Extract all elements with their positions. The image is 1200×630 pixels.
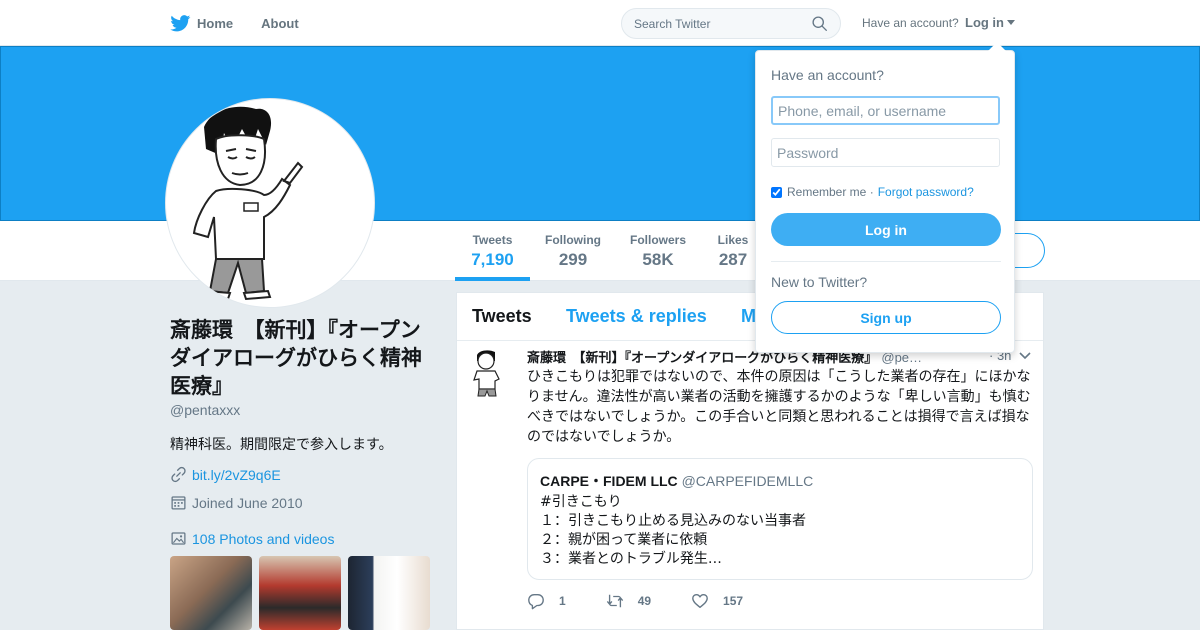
tweet-text: ひきこもりは犯罪ではないので、本件の原因は「こうした業者の存在」にほかなりません… [527, 369, 1031, 445]
profile-name: 斎藤環 【新刊】『オープンダイアローグがひらく精神医療』 [170, 318, 422, 398]
retweet-button[interactable]: 49 [606, 592, 651, 610]
profile-bio: 精神科医。期間限定で参入します。 [170, 437, 393, 453]
nav-left: Home About [170, 0, 327, 46]
dropdown-divider [771, 261, 1001, 262]
login-link-label: Log in [965, 15, 1004, 30]
quoted-author-name: CARPE・FIDEM LLC [540, 473, 678, 489]
login-dropdown-title: Have an account? [771, 67, 884, 83]
heart-icon [692, 594, 708, 608]
quoted-tweet[interactable]: CARPE・FIDEM LLC @CARPEFIDEMLLC #引きこもり １：… [527, 458, 1033, 580]
calendar-icon [171, 496, 186, 510]
tweet-author-name[interactable]: 斎藤環 【新刊】『オープンダイアローグがひらく精神医療』 [527, 351, 877, 366]
retweet-count: 49 [637, 594, 652, 608]
stat-label: Likes [717, 233, 749, 247]
stat-label: Tweets [472, 233, 513, 247]
remember-me-row: Remember me · Forgot password? [771, 185, 974, 199]
separator-dot: · [866, 185, 874, 199]
retweet-icon [606, 594, 623, 608]
tweet-actions: 1 49 157 [527, 592, 783, 610]
tweet-item[interactable]: 斎藤環 【新刊】『オープンダイアローグがひらく精神医療』 @pe… · 3h ひ… [457, 341, 1043, 629]
stat-value: 299 [558, 250, 588, 269]
nav-about-label: About [261, 15, 299, 31]
login-button[interactable]: Log in [771, 213, 1001, 246]
like-button[interactable]: 157 [691, 592, 743, 610]
nav-about-link[interactable]: About [261, 16, 299, 31]
quoted-author-handle: @CARPEFIDEMLLC [681, 473, 814, 489]
search-icon[interactable] [811, 15, 828, 32]
reply-count: 1 [559, 594, 566, 608]
like-count: 157 [723, 594, 744, 608]
search-box[interactable] [621, 8, 841, 39]
reply-button[interactable]: 1 [527, 592, 566, 610]
photo-thumbnail[interactable] [348, 556, 430, 630]
username-field[interactable] [771, 96, 1000, 125]
image-icon [171, 532, 186, 545]
profile-handle: @pentaxxx [170, 402, 241, 418]
login-dropdown: Have an account? Remember me · Forgot pa… [755, 42, 1015, 353]
have-account-text: Have an account? [862, 16, 959, 30]
signup-button[interactable]: Sign up [771, 301, 1001, 334]
photo-thumbnail[interactable] [170, 556, 252, 630]
password-field[interactable] [771, 138, 1000, 167]
tab-media[interactable]: M [741, 306, 756, 327]
stat-label: Following [545, 233, 601, 247]
photo-thumbnail[interactable] [259, 556, 341, 630]
top-navigation-bar: Home About Have an account? Log in [0, 0, 1200, 46]
stat-following[interactable]: Following 299 [538, 221, 608, 281]
photos-videos-row: 108 Photos and videos [170, 530, 334, 547]
remember-me-checkbox[interactable] [771, 186, 782, 198]
quoted-tweet-header: CARPE・FIDEM LLC @CARPEFIDEMLLC [540, 471, 1020, 491]
tab-tweets[interactable]: Tweets [472, 306, 532, 327]
caret-down-icon [1007, 20, 1015, 25]
stat-value: 58K [642, 250, 674, 269]
joined-date: Joined June 2010 [192, 494, 303, 511]
twitter-bird-icon [170, 14, 191, 31]
stat-followers[interactable]: Followers 58K [622, 221, 694, 281]
photo-thumbnails [170, 556, 430, 630]
reply-icon [528, 594, 544, 610]
tab-tweets-replies[interactable]: Tweets & replies [566, 306, 707, 327]
new-to-twitter-text: New to Twitter? [771, 274, 868, 290]
profile-url-row: bit.ly/2vZ9q6E [170, 466, 281, 483]
nav-home-link[interactable]: Home [170, 14, 234, 32]
remember-me-label[interactable]: Remember me [787, 185, 866, 199]
profile-joined-row: Joined June 2010 [170, 494, 303, 511]
search-input[interactable] [634, 16, 811, 31]
forgot-password-link[interactable]: Forgot password? [878, 185, 974, 199]
link-icon [171, 466, 186, 483]
login-dropdown-toggle[interactable]: Log in [965, 15, 1015, 30]
stat-label: Followers [629, 233, 686, 247]
chevron-down-icon[interactable] [1019, 351, 1031, 361]
quoted-tweet-text: #引きこもり １：引きこもり止める見込みのない当事者 ２：親が困って業者に依頼 … [540, 494, 806, 567]
stat-value: 7,190 [471, 250, 514, 269]
tweet-avatar[interactable] [469, 349, 505, 397]
stat-likes[interactable]: Likes 287 [710, 221, 756, 281]
profile-url-link[interactable]: bit.ly/2vZ9q6E [192, 467, 281, 483]
photos-videos-link[interactable]: 108 Photos and videos [192, 531, 334, 547]
nav-home-label: Home [197, 15, 234, 31]
avatar-illustration [192, 106, 304, 301]
stat-tweets[interactable]: Tweets 7,190 [455, 221, 530, 281]
stat-value: 287 [718, 250, 748, 269]
profile-avatar[interactable] [165, 98, 375, 308]
